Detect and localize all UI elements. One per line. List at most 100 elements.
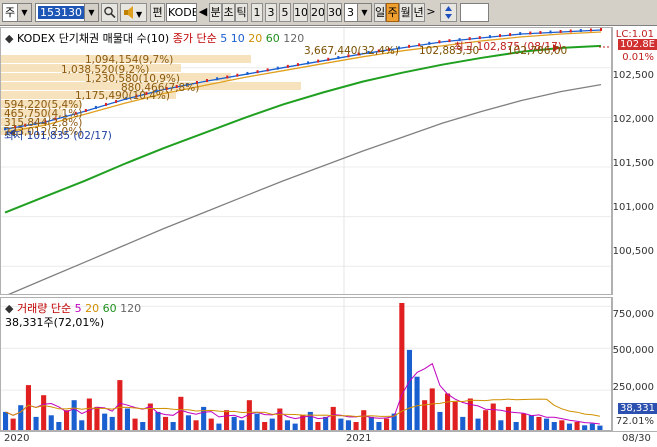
volume-bar [429, 388, 435, 430]
number-button-30[interactable]: 30 [327, 3, 342, 22]
price-candle [327, 57, 330, 61]
volume-bar [361, 410, 367, 430]
price-candle [296, 63, 299, 67]
count-select-value: 3 [347, 6, 354, 19]
price-chart-panel[interactable]: ◆ KODEX 단기채권 매물대 수(10) 종가 단순 5 10 20 60 … [0, 27, 612, 295]
scroll-right-icon[interactable]: > [426, 3, 436, 22]
speaker-icon: ▼ [124, 6, 143, 19]
volume-bar [94, 406, 100, 430]
price-candle [266, 68, 269, 72]
gain-note: 3,667,440(32,4%) [304, 45, 399, 57]
volume-chart-panel[interactable]: ◆ 거래량 단순 5 20 60 120 38,331주(72,01%) [0, 297, 612, 431]
right-price-note: 102,706,00 [507, 45, 568, 57]
number-button-5[interactable]: 5 [279, 3, 291, 22]
code-input-value: 153130 [38, 6, 84, 19]
number-button-1[interactable]: 1 [251, 3, 263, 22]
volume-pct-label: 72.01% [615, 416, 654, 427]
volume-axis-label: 750,000 [612, 309, 654, 320]
volume-bar [323, 416, 329, 430]
price-candle [226, 75, 229, 79]
volume-bar [10, 418, 16, 430]
number-button-20[interactable]: 20 [310, 3, 325, 22]
toolbar: 주 ▼ 153130 ▼ ▼ 편 KODE ◀ 분 초 틱 1 3 5 10 2… [0, 0, 657, 26]
period-button-second[interactable]: 초 [222, 3, 235, 22]
volume-bar [589, 423, 595, 430]
volume-bar [414, 376, 420, 430]
volume-bar [48, 415, 54, 430]
volume-bar [467, 398, 473, 430]
price-candle [600, 28, 602, 31]
volume-bar [208, 418, 214, 430]
range-button-label: 주 [387, 6, 398, 19]
scroll-left-icon[interactable]: ◀ [198, 3, 208, 22]
chevron-down-icon[interactable]: ▼ [17, 4, 31, 21]
volume-bar [490, 403, 496, 430]
volume-axis-label: 250,000 [612, 382, 654, 393]
price-candle [317, 59, 320, 63]
volume-bar [345, 420, 351, 430]
range-button-month[interactable]: 월 [399, 3, 412, 22]
code-input[interactable]: 153130 ▼ [35, 3, 99, 22]
period-button-label: 초 [223, 6, 234, 19]
price-candle [488, 35, 491, 39]
number-button-label: 20 [311, 6, 325, 19]
x-axis: 2020 2021 08/30 [0, 431, 657, 447]
price-candle [307, 61, 310, 65]
chevron-down-icon[interactable]: ▼ [357, 4, 371, 21]
volume-bar [445, 393, 451, 430]
volume-bar [460, 416, 466, 430]
volume-axis: 750,000 500,000 250,000 38,331 72.01% [612, 297, 657, 431]
price-candle [529, 31, 532, 35]
volume-bar [18, 405, 24, 430]
market-select[interactable]: 주 ▼ [2, 3, 32, 22]
volume-bar [475, 418, 481, 430]
range-button-week[interactable]: 주 [386, 3, 399, 22]
period-button-label: 분 [210, 6, 221, 19]
search-button[interactable] [101, 3, 118, 22]
edit-button[interactable]: 편 [150, 3, 165, 22]
number-button-3[interactable]: 3 [265, 3, 277, 22]
stock-name-field[interactable]: KODE [166, 3, 197, 22]
range-button-day[interactable]: 일 [374, 3, 386, 22]
period-button-minute[interactable]: 분 [209, 3, 222, 22]
price-candle [519, 32, 522, 36]
volume-bar [239, 420, 245, 430]
period-button-label: 틱 [236, 6, 247, 19]
sound-button[interactable]: ▼ [120, 3, 147, 22]
period-button-tick[interactable]: 틱 [235, 3, 248, 22]
count-select[interactable]: 3 ▼ [344, 3, 372, 22]
volume-bar [551, 422, 557, 430]
price-candle [236, 73, 239, 77]
range-button-year[interactable]: 년 [412, 3, 425, 22]
volume-bar [178, 396, 184, 430]
volume-bar [437, 411, 443, 430]
volume-bar [368, 416, 374, 430]
volume-bar [284, 420, 290, 430]
number-button-10[interactable]: 10 [293, 3, 308, 22]
volume-bar [483, 410, 489, 430]
volume-bar [513, 422, 519, 430]
price-axis-label: 102,500 [612, 70, 654, 81]
volume-bar [452, 401, 458, 430]
volume-bar [330, 406, 336, 430]
ma-period-20: 20 [248, 32, 263, 45]
number-button-label: 1 [253, 6, 261, 19]
chevron-down-icon[interactable]: ▼ [84, 4, 98, 21]
price-candle [256, 70, 259, 74]
blank-input[interactable] [460, 3, 489, 22]
low-price-note: 최저 101,835 (02/17) [4, 130, 112, 142]
price-candle [276, 66, 279, 70]
volume-bar [185, 415, 191, 430]
sort-button[interactable] [440, 3, 457, 22]
volume-bar [262, 422, 268, 430]
volume-bar [566, 423, 572, 430]
ma-period-5: 5 [220, 32, 228, 45]
volume-bar [33, 416, 39, 430]
number-button-label: 5 [281, 6, 289, 19]
volume-bar [41, 395, 47, 430]
price-candle [105, 102, 108, 106]
volume-bar [79, 420, 85, 430]
range-button-label: 년 [413, 6, 424, 19]
ma-period-60: 60 [265, 32, 280, 45]
legend-bullet-icon: ◆ [5, 32, 14, 45]
